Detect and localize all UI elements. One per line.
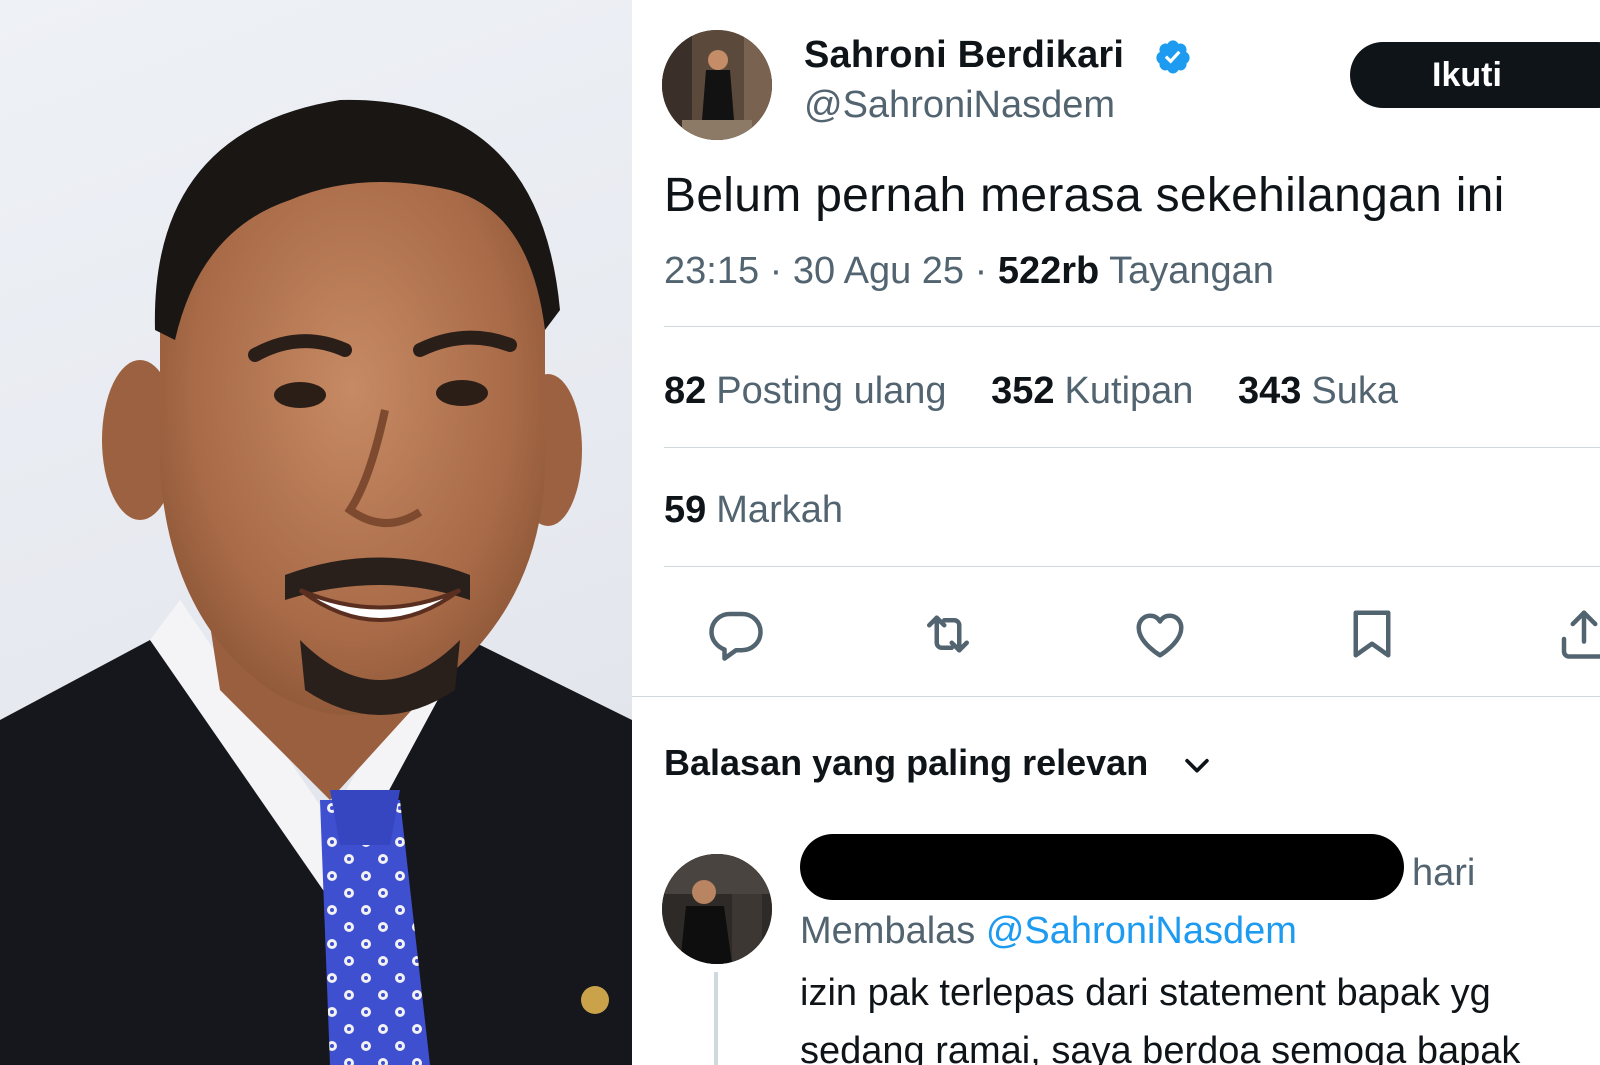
views-label: Tayangan: [1109, 250, 1274, 292]
likes-stat[interactable]: 343 Suka: [1238, 370, 1398, 413]
profile-photo-icon: [662, 30, 772, 140]
reply-icon[interactable]: [706, 604, 766, 664]
tweet-time[interactable]: 23:15: [664, 250, 759, 292]
bookmark-stats: 59 Markah: [664, 489, 877, 532]
likes-label: Suka: [1311, 370, 1399, 412]
redacted-username-block: [800, 834, 1404, 900]
reply-timestamp[interactable]: hari: [1412, 852, 1475, 895]
views-count: 522rb: [997, 250, 1100, 292]
meta-separator: ·: [974, 250, 988, 292]
author-avatar[interactable]: [662, 30, 772, 140]
divider: [664, 326, 1600, 327]
divider: [632, 696, 1600, 697]
meta-separator: ·: [769, 250, 783, 292]
reposts-label: Posting ulang: [716, 370, 947, 412]
reposts-count: 82: [664, 370, 707, 412]
tweet-meta: 23:15 · 30 Agu 25 · 522rb Tayangan: [664, 250, 1274, 293]
bookmarks-count: 59: [664, 489, 707, 531]
divider: [664, 447, 1600, 448]
author-display-name[interactable]: Sahroni Berdikari: [804, 34, 1124, 77]
share-icon[interactable]: [1554, 604, 1600, 664]
replying-prefix: Membalas: [800, 910, 976, 952]
divider: [664, 566, 1600, 567]
likes-count: 343: [1238, 370, 1302, 412]
quotes-count: 352: [991, 370, 1055, 412]
reply-profile-photo-icon: [662, 854, 772, 964]
reposts-stat[interactable]: 82 Posting ulang: [664, 370, 947, 413]
reply-avatar[interactable]: [662, 854, 772, 964]
portrait-photo: [0, 0, 632, 1065]
bookmarks-label: Markah: [716, 489, 843, 531]
reply-text-continued: sedang ramai, saya berdoa semoga bapak: [800, 1030, 1521, 1065]
tweet-text: Belum pernah merasa sekehilangan ini: [664, 169, 1505, 222]
replying-to-mention[interactable]: @SahroniNasdem: [986, 910, 1297, 952]
thread-connector-line: [714, 972, 718, 1065]
bookmark-icon[interactable]: [1342, 604, 1402, 664]
author-handle[interactable]: @SahroniNasdem: [804, 84, 1115, 127]
reply-text: izin pak terlepas dari statement bapak y…: [800, 972, 1491, 1014]
bookmarks-stat[interactable]: 59 Markah: [664, 489, 843, 532]
follow-button[interactable]: Ikuti: [1350, 42, 1600, 108]
quotes-label: Kutipan: [1064, 370, 1194, 412]
heart-icon[interactable]: [1130, 604, 1190, 664]
tweet-date[interactable]: 30 Agu 25: [793, 250, 964, 292]
replying-to-line: Membalas @SahroniNasdem: [800, 910, 1297, 953]
retweet-icon[interactable]: [918, 604, 978, 664]
engagement-stats: 82 Posting ulang 352 Kutipan 343 Suka: [664, 370, 1432, 413]
quotes-stat[interactable]: 352 Kutipan: [991, 370, 1193, 413]
tweet-detail: Sahroni Berdikari @SahroniNasdem Ikuti B…: [632, 0, 1600, 1065]
replies-sort-dropdown[interactable]: Balasan yang paling relevan: [664, 742, 1148, 784]
portrait-illustration: [0, 99, 632, 1065]
verified-badge-icon: [1154, 38, 1192, 76]
chevron-down-icon[interactable]: [1180, 748, 1214, 782]
